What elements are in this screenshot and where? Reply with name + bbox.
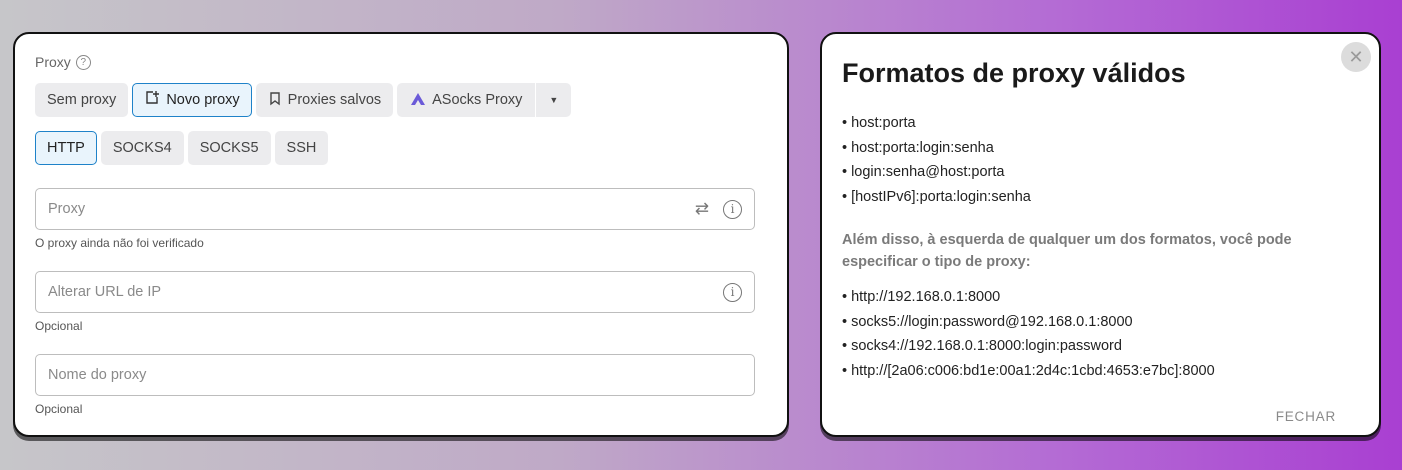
asocks-split-button: ASocks Proxy ▼ — [397, 83, 572, 117]
tab-no-proxy-label: Sem proxy — [47, 92, 117, 108]
list-item: [hostIPv6]:porta:login:senha — [842, 185, 1031, 210]
tab-socks4[interactable]: SOCKS4 — [100, 131, 184, 165]
info-icon[interactable]: i — [723, 282, 742, 302]
list-item: socks4://192.168.0.1:8000:login:password — [842, 334, 1215, 359]
formats-list: host:porta host:porta:login:senha login:… — [842, 111, 1031, 209]
new-proxy-icon — [144, 90, 160, 110]
proxy-type-tabs: HTTP SOCKS4 SOCKS5 SSH — [35, 131, 329, 165]
proxy-source-tabs: Sem proxy Novo proxy Proxies salvos ASoc… — [35, 83, 572, 117]
proxy-formats-modal: ✕ Formatos de proxy válidos host:porta h… — [820, 32, 1381, 437]
tab-saved-proxies-label: Proxies salvos — [287, 92, 382, 108]
asocks-logo-icon — [410, 92, 426, 109]
proxy-name-helper: Opcional — [35, 402, 83, 416]
type-prefix-note: Além disso, à esquerda de qualquer um do… — [842, 232, 1292, 270]
proxy-name-input[interactable]: Nome do proxy — [35, 354, 755, 396]
tab-new-proxy-label: Novo proxy — [166, 92, 240, 108]
proxy-input-placeholder: Proxy — [48, 201, 86, 217]
tab-asocks-proxy[interactable]: ASocks Proxy — [397, 83, 536, 117]
proxy-name-placeholder: Nome do proxy — [48, 367, 147, 383]
tab-new-proxy[interactable]: Novo proxy — [132, 83, 252, 117]
tab-saved-proxies[interactable]: Proxies salvos — [255, 83, 394, 117]
list-item: socks5://login:password@192.168.0.1:8000 — [842, 310, 1215, 335]
proxy-settings-panel: Proxy ? Sem proxy Novo proxy Proxies sal… — [13, 32, 789, 437]
examples-list: http://192.168.0.1:8000 socks5://login:p… — [842, 285, 1215, 383]
tab-ssh[interactable]: SSH — [274, 131, 329, 165]
modal-title: Formatos de proxy válidos — [842, 58, 1186, 88]
list-item: http://[2a06:c006:bd1e:00a1:2d4c:1cbd:46… — [842, 359, 1215, 384]
list-item: host:porta — [842, 111, 1031, 136]
proxy-section-label: Proxy ? — [35, 54, 91, 70]
proxy-input[interactable]: Proxy ⇄ i — [35, 188, 755, 230]
proxy-label-text: Proxy — [35, 54, 71, 70]
asocks-dropdown-button[interactable]: ▼ — [536, 83, 572, 117]
swap-arrows-icon[interactable]: ⇄ — [695, 199, 709, 219]
bookmark-icon — [268, 91, 282, 110]
ip-change-url-helper: Opcional — [35, 319, 83, 333]
ip-change-url-placeholder: Alterar URL de IP — [48, 284, 162, 300]
info-icon[interactable]: i — [723, 199, 742, 219]
close-icon[interactable]: ✕ — [1341, 42, 1371, 72]
tab-asocks-proxy-label: ASocks Proxy — [432, 92, 523, 108]
tab-no-proxy[interactable]: Sem proxy — [35, 83, 129, 117]
close-button[interactable]: FECHAR — [1276, 409, 1336, 424]
ip-change-url-input[interactable]: Alterar URL de IP i — [35, 271, 755, 313]
tab-socks5[interactable]: SOCKS5 — [187, 131, 271, 165]
caret-down-icon: ▼ — [549, 95, 559, 105]
tab-http[interactable]: HTTP — [35, 131, 97, 165]
help-icon[interactable]: ? — [75, 54, 91, 70]
list-item: login:senha@host:porta — [842, 160, 1031, 185]
list-item: host:porta:login:senha — [842, 136, 1031, 161]
list-item: http://192.168.0.1:8000 — [842, 285, 1215, 310]
proxy-status-text: O proxy ainda não foi verificado — [35, 236, 204, 250]
